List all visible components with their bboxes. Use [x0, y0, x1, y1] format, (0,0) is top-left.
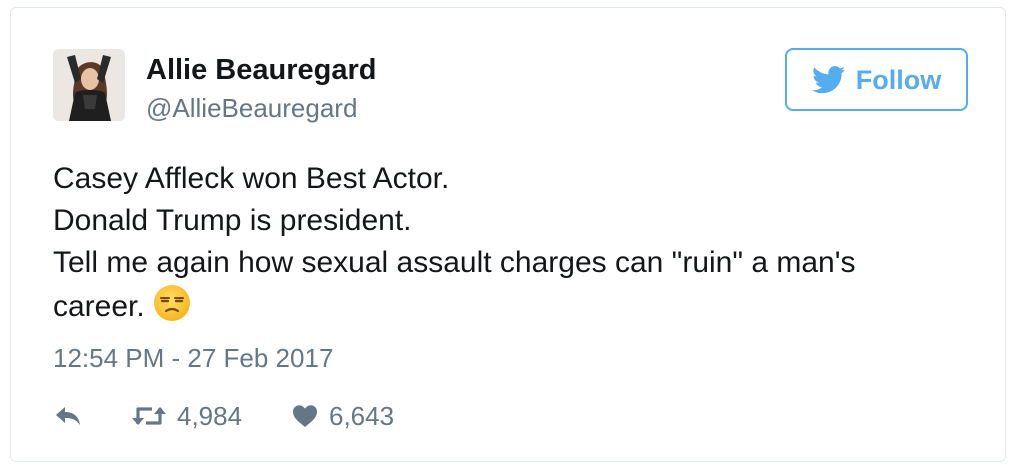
like-button[interactable]: 6,643: [291, 398, 394, 434]
twitter-bird-icon: [811, 65, 846, 94]
profile-photo: [53, 49, 125, 121]
user-handle[interactable]: @AllieBeauregard: [146, 92, 357, 124]
retweet-icon: [131, 403, 167, 429]
tweet-line: Casey Affleck won Best Actor.: [53, 162, 450, 195]
tweet-line-last: career.: [53, 284, 953, 328]
retweet-count: 4,984: [177, 401, 243, 431]
reply-icon: [53, 404, 83, 428]
reply-button[interactable]: [53, 398, 83, 434]
follow-button-label: Follow: [855, 64, 942, 95]
tweet-text: Casey Affleck won Best Actor. Donald Tru…: [53, 158, 953, 328]
tweet-timestamp[interactable]: 12:54 PM - 27 Feb 2017: [53, 342, 333, 374]
display-name[interactable]: Allie Beauregard: [146, 53, 376, 87]
tweet-line: Donald Trump is president.: [53, 204, 412, 237]
heart-icon: [291, 403, 319, 429]
unamused-face-icon: [153, 284, 191, 322]
tweet-card: Allie Beauregard @AllieBeauregard Follow…: [10, 7, 1006, 462]
retweet-button[interactable]: 4,984: [131, 398, 242, 434]
follow-button[interactable]: Follow: [785, 48, 968, 111]
tweet-line: Tell me again how sexual assault charges…: [53, 246, 856, 279]
avatar[interactable]: [53, 49, 125, 121]
tweet-line-text: career.: [53, 290, 145, 323]
like-count: 6,643: [329, 401, 395, 431]
